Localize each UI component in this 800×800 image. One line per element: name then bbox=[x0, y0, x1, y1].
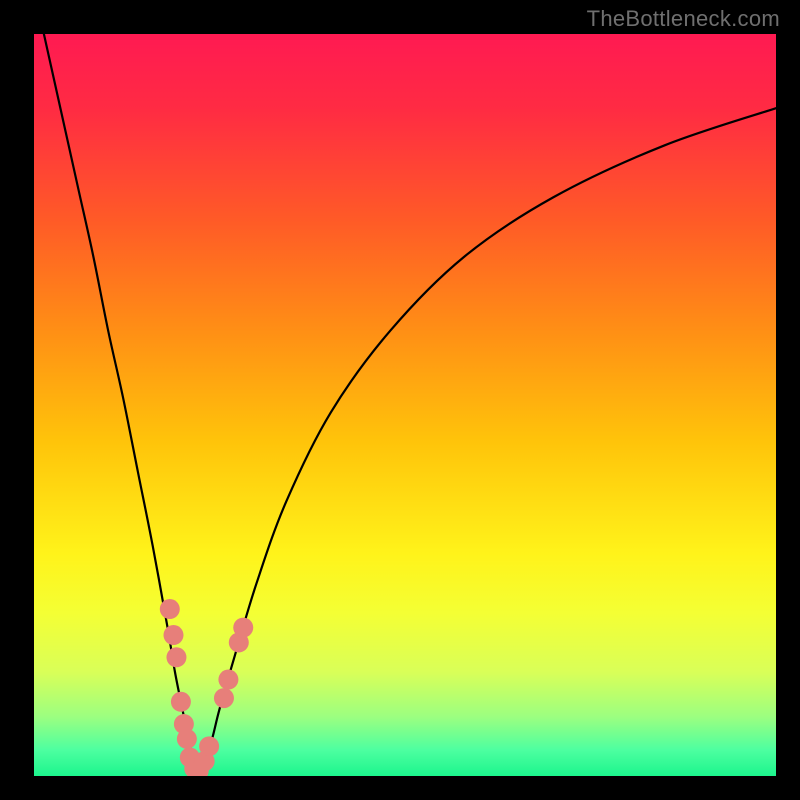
watermark-text: TheBottleneck.com bbox=[587, 6, 780, 32]
highlight-dot bbox=[166, 647, 186, 667]
highlight-dot bbox=[163, 625, 183, 645]
chart-frame: TheBottleneck.com bbox=[0, 0, 800, 800]
highlight-dot bbox=[218, 670, 238, 690]
chart-svg bbox=[34, 34, 776, 776]
plot-area bbox=[34, 34, 776, 776]
highlight-dot bbox=[199, 736, 219, 756]
highlight-dot bbox=[160, 599, 180, 619]
highlight-dot bbox=[214, 688, 234, 708]
highlight-dot bbox=[233, 618, 253, 638]
highlight-dot bbox=[177, 729, 197, 749]
highlight-dot bbox=[171, 692, 191, 712]
